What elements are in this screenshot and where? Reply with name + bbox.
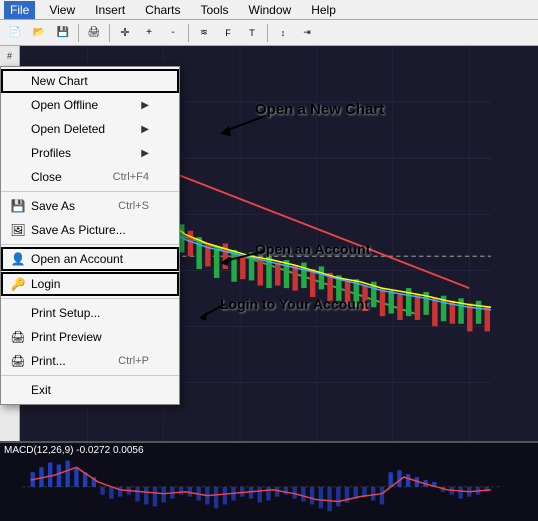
toolbar-open[interactable]: 📂 bbox=[28, 22, 50, 44]
toolbar-save[interactable]: 💾 bbox=[52, 22, 74, 44]
save-as-icon: 💾 bbox=[9, 198, 27, 214]
toolbar-sep-1 bbox=[78, 24, 79, 42]
menu-help[interactable]: Help bbox=[305, 1, 342, 19]
menu-item-save-picture[interactable]: 🖼 Save As Picture... bbox=[1, 218, 179, 242]
exit-icon bbox=[9, 382, 27, 398]
toolbar-sep-4 bbox=[267, 24, 268, 42]
toolbar-zoom-out[interactable]: - bbox=[162, 22, 184, 44]
menu-item-open-deleted[interactable]: Open Deleted ▶ bbox=[1, 117, 179, 141]
open-account-icon: 👤 bbox=[9, 251, 27, 267]
menu-sep-4 bbox=[1, 375, 179, 376]
menu-sep-2 bbox=[1, 244, 179, 245]
menu-view[interactable]: View bbox=[43, 1, 81, 19]
sidebar-crosshair-icon[interactable]: # bbox=[2, 48, 18, 64]
submenu-arrow-3: ▶ bbox=[141, 148, 149, 159]
menu-insert[interactable]: Insert bbox=[89, 1, 131, 19]
submenu-arrow-2: ▶ bbox=[141, 124, 149, 135]
toolbar-zoom-in[interactable]: + bbox=[138, 22, 160, 44]
menu-item-exit[interactable]: Exit bbox=[1, 378, 179, 402]
menu-window[interactable]: Window bbox=[243, 1, 298, 19]
toolbar-period[interactable]: ↕ bbox=[272, 22, 294, 44]
toolbar-auto-scroll[interactable]: ⇥ bbox=[296, 22, 318, 44]
print-setup-icon bbox=[9, 305, 27, 321]
menu-item-profiles[interactable]: Profiles ▶ bbox=[1, 141, 179, 165]
arrow-open-account bbox=[215, 241, 275, 271]
toolbar-chart-props[interactable]: F bbox=[217, 22, 239, 44]
login-icon: 🔑 bbox=[9, 276, 27, 292]
toolbar-crosshair[interactable]: ✛ bbox=[114, 22, 136, 44]
menubar: File View Insert Charts Tools Window Hel… bbox=[0, 0, 538, 20]
close-icon bbox=[9, 169, 27, 185]
print-icon: 🖨 bbox=[9, 353, 27, 369]
menu-tools[interactable]: Tools bbox=[195, 1, 235, 19]
menu-charts[interactable]: Charts bbox=[139, 1, 186, 19]
chart-area: # + — ╱ ≡ ◯ T ✎ ⊕ 1.2450 1.2400 1.2350 1… bbox=[0, 46, 538, 441]
open-deleted-icon bbox=[9, 121, 27, 137]
menu-item-login[interactable]: 🔑 Login bbox=[1, 272, 179, 296]
macd-label: MACD(12,26,9) -0.0272 0.0056 bbox=[4, 445, 144, 456]
menu-item-print[interactable]: 🖨 Print... Ctrl+P bbox=[1, 349, 179, 373]
file-menu: New Chart Open Offline ▶ Open Deleted bbox=[0, 66, 180, 405]
save-picture-icon: 🖼 bbox=[9, 222, 27, 238]
menu-item-print-setup[interactable]: Print Setup... bbox=[1, 301, 179, 325]
profiles-icon bbox=[9, 145, 27, 161]
open-offline-icon bbox=[9, 97, 27, 113]
print-preview-icon: 🖨 bbox=[9, 329, 27, 345]
toolbar-print[interactable]: 🖨 bbox=[83, 22, 105, 44]
toolbar-template[interactable]: T bbox=[241, 22, 263, 44]
menu-item-open-offline[interactable]: Open Offline ▶ bbox=[1, 93, 179, 117]
main-area: # + — ╱ ≡ ◯ T ✎ ⊕ 1.2450 1.2400 1.2350 1… bbox=[0, 46, 538, 521]
close-shortcut: Ctrl+F4 bbox=[113, 171, 149, 183]
menu-item-print-preview[interactable]: 🖨 Print Preview bbox=[1, 325, 179, 349]
save-shortcut: Ctrl+S bbox=[118, 200, 149, 212]
menu-file[interactable]: File bbox=[4, 1, 35, 19]
toolbar-sep-2 bbox=[109, 24, 110, 42]
dropdown-overlay: New Chart Open Offline ▶ Open Deleted bbox=[0, 66, 180, 405]
macd-panel: MACD(12,26,9) -0.0272 0.0056 bbox=[0, 441, 538, 521]
annotation-login: Login to Your Account bbox=[220, 296, 369, 312]
arrow-new-chart bbox=[215, 96, 275, 136]
menu-item-close[interactable]: Close Ctrl+F4 bbox=[1, 165, 179, 189]
menu-item-save-as[interactable]: 💾 Save As Ctrl+S bbox=[1, 194, 179, 218]
submenu-arrow: ▶ bbox=[141, 100, 149, 111]
toolbar-new[interactable]: 📄 bbox=[4, 22, 26, 44]
toolbar-sep-3 bbox=[188, 24, 189, 42]
toolbar: 📄 📂 💾 🖨 ✛ + - ≋ F T ↕ ⇥ bbox=[0, 20, 538, 46]
menu-sep-3 bbox=[1, 298, 179, 299]
menu-sep-1 bbox=[1, 191, 179, 192]
toolbar-indicators[interactable]: ≋ bbox=[193, 22, 215, 44]
arrow-login bbox=[195, 294, 235, 324]
print-shortcut: Ctrl+P bbox=[118, 355, 149, 367]
menu-item-open-account[interactable]: 👤 Open an Account bbox=[1, 247, 179, 271]
menu-item-new-chart[interactable]: New Chart bbox=[1, 69, 179, 93]
new-chart-icon bbox=[9, 73, 27, 89]
